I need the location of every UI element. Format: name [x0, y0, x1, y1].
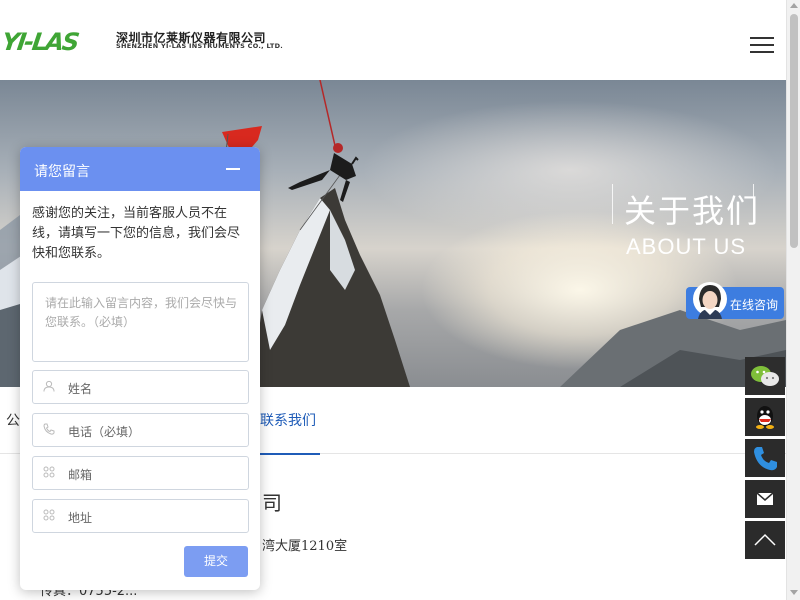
name-input[interactable]: 姓名 [32, 370, 249, 404]
message-textarea[interactable]: 请在此输入留言内容，我们会尽快与您联系。（必填） [32, 282, 249, 362]
back-to-top-icon [754, 533, 776, 546]
phone-input[interactable]: 电话（必填） [32, 413, 249, 447]
phone-input-placeholder: 电话（必填） [68, 425, 141, 439]
tab-company-profile[interactable]: 公 [6, 410, 20, 430]
wechat-button[interactable] [745, 357, 785, 395]
about-title-en: ABOUT US [626, 234, 747, 259]
phone-icon [43, 423, 55, 435]
name-input-placeholder: 姓名 [68, 382, 93, 396]
climber-figure [288, 143, 359, 202]
online-consult-button[interactable]: 在线咨询 [686, 282, 784, 319]
chat-title: 请您留言 [34, 164, 90, 180]
submit-button[interactable]: 提交 [184, 546, 248, 577]
mail-button[interactable] [745, 480, 785, 518]
page-scrollbar[interactable] [786, 0, 800, 600]
grid-icon [43, 466, 55, 478]
email-input[interactable]: 邮箱 [32, 456, 249, 490]
address-input[interactable]: 地址 [32, 499, 249, 533]
user-icon [43, 380, 55, 392]
scrollbar-thumb[interactable] [790, 14, 798, 248]
chat-offline-message: 感谢您的关注，当前客服人员不在线，请填写一下您的信息，我们会尽快和您联系。 [32, 206, 241, 261]
company-address: 湾大厦1210室 [262, 539, 348, 554]
phone-button[interactable] [745, 439, 785, 477]
address-input-placeholder: 地址 [68, 511, 93, 525]
back-to-top-button[interactable] [745, 521, 785, 559]
qq-icon [756, 406, 774, 429]
online-consult-label: 在线咨询 [730, 298, 779, 312]
logo-mark: YI-LAS [0, 28, 80, 56]
company-name-heading: 司 [262, 491, 282, 515]
message-textarea-placeholder: 请在此输入留言内容，我们会尽快与您联系。（必填） [45, 296, 238, 329]
scroll-down-arrow-icon[interactable] [790, 590, 798, 595]
tab-contact-us-label: 联系我们 [260, 413, 316, 429]
scroll-up-arrow-icon[interactable] [790, 3, 798, 8]
minimize-icon[interactable] [226, 168, 240, 170]
email-input-placeholder: 邮箱 [68, 468, 93, 482]
agent-avatar-icon [693, 282, 727, 319]
chat-header: 请您留言 [20, 147, 260, 191]
logo-company-name-en: SHENZHEN YI-LAS INSTRUMENTS CO., LTD. [116, 42, 284, 50]
grid-icon [43, 509, 55, 521]
hamburger-menu-icon[interactable] [748, 36, 776, 54]
leave-message-widget: 请您留言 感谢您的关注，当前客服人员不在线，请填写一下您的信息，我们会尽快和您联… [20, 147, 260, 590]
wechat-icon [751, 366, 779, 386]
tab-contact-us[interactable]: 联系我们 [250, 387, 320, 455]
site-header: YI-LAS 深圳市亿莱斯仪器有限公司 SHENZHEN YI-LAS INST… [0, 0, 786, 81]
qq-button[interactable] [745, 398, 785, 436]
company-logo[interactable]: YI-LAS 深圳市亿莱斯仪器有限公司 SHENZHEN YI-LAS INST… [0, 26, 284, 56]
phone-icon [754, 447, 777, 471]
about-title-cn: 关于我们 [624, 192, 761, 230]
mail-icon [756, 492, 774, 505]
